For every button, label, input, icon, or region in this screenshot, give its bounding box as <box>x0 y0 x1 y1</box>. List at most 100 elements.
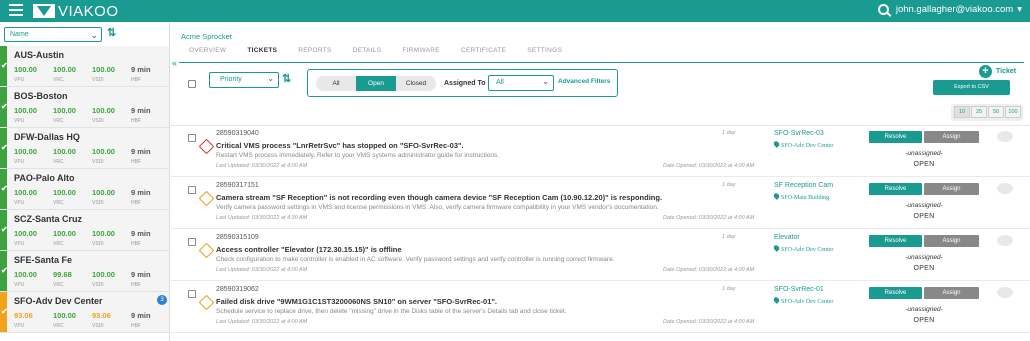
metric-label: VRC <box>53 282 64 288</box>
ticket-checkbox[interactable] <box>188 290 196 298</box>
site-list: ✔ AUS-Austin 100.00 VPU 100.00 VRC 100.00 VSDI 9… <box>0 46 169 333</box>
metric-label: VSDI <box>92 282 104 288</box>
device-link[interactable]: SFO-SvrRec-01 <box>774 286 824 293</box>
segment-closed[interactable]: Closed <box>396 76 436 91</box>
ticket-row[interactable]: 28590319040 Critical VMS process "LnrRetr… <box>171 126 1030 177</box>
site-row[interactable]: ✔ DFW-Dallas HQ 100.00 VPU 100.00 VRC 100.00 VS… <box>0 128 169 169</box>
assigned-to-select[interactable]: All ⌄ <box>488 75 554 91</box>
location-name: SFO-Adv Dev Center <box>781 299 834 305</box>
resolve-button[interactable]: Resolve <box>869 287 922 299</box>
comment-icon[interactable] <box>997 235 1013 246</box>
advanced-filters-link[interactable]: Advanced Filters <box>558 78 610 85</box>
metric-value: 100.00 <box>14 106 37 115</box>
tab-certificate[interactable]: CERTIFICATE <box>461 47 506 58</box>
tab-settings[interactable]: SETTINGS <box>527 47 562 58</box>
sort-order-icon[interactable]: ⇅ <box>107 26 116 39</box>
priority-select[interactable]: Priority ⌄ <box>209 72 279 88</box>
ticket-checkbox[interactable] <box>188 134 196 142</box>
check-icon: ✔ <box>1 307 8 316</box>
ticket-row[interactable]: 28590319062 Failed disk drive "9WM1G1C1ST… <box>171 282 1030 333</box>
location-link[interactable]: SFO-Adv Dev Center <box>772 140 834 149</box>
page-size-25[interactable]: 25 <box>971 106 987 118</box>
user-menu[interactable]: john.gallagher@viakoo.com ▾ <box>877 4 1022 15</box>
ticket-title[interactable]: Access controller "Elevator (172.30.15.1… <box>216 245 402 254</box>
ticket-id[interactable]: 28590319040 <box>216 130 259 137</box>
status-badge: OPEN <box>913 317 935 324</box>
location-name: SFO-Adv Dev Center <box>781 143 834 149</box>
page-size-10[interactable]: 10 <box>954 106 970 118</box>
metric-value: 9 min <box>131 106 151 115</box>
ticket-title[interactable]: Failed disk drive "9WM1G1C1ST3200060NS S… <box>216 297 497 306</box>
export-csv-button[interactable]: Export to CSV <box>933 80 1010 95</box>
device-link[interactable]: SF Reception Cam <box>774 182 833 189</box>
new-ticket-button[interactable]: + Ticket <box>979 65 1016 78</box>
resolve-button[interactable]: Resolve <box>869 235 922 247</box>
location-link[interactable]: SFO-Adv Dev Center <box>772 244 833 253</box>
collapse-sidebar-icon[interactable]: « <box>172 58 177 68</box>
page-title[interactable]: Acme Sprocket <box>181 32 232 41</box>
metric-value: 100.00 <box>53 229 76 238</box>
tab-reports[interactable]: REPORTS <box>298 47 331 58</box>
tab-firmware[interactable]: FIRMWARE <box>402 47 440 58</box>
tab-tickets[interactable]: TICKETS <box>247 47 277 58</box>
device-link[interactable]: SFO-SvrRec-03 <box>774 130 824 137</box>
metric-label: VRC <box>53 159 64 165</box>
ticket-id[interactable]: 28590317151 <box>216 182 259 189</box>
search-icon[interactable] <box>877 4 889 15</box>
site-row[interactable]: ✔ SCZ-Santa Cruz 100.00 VPU 100.00 VRC 100.00 V… <box>0 210 169 251</box>
ticket-row[interactable]: 28590317151 Camera stream "SF Reception" … <box>171 178 1030 229</box>
status-badge: OPEN <box>913 265 935 272</box>
ticket-row[interactable]: 28590315109 Access controller "Elevator (… <box>171 230 1030 281</box>
location-link[interactable]: SFO-Main Building <box>772 192 829 201</box>
tab-overview[interactable]: OVERVIEW <box>189 47 226 58</box>
segment-all[interactable]: All <box>316 76 356 91</box>
menu-icon[interactable] <box>9 4 23 16</box>
site-row[interactable]: ✔ PAO-Palo Alto 100.00 VPU 100.00 VRC 100.00 VS… <box>0 169 169 210</box>
assign-button[interactable]: Assign <box>924 183 979 195</box>
ticket-title[interactable]: Camera stream "SF Reception" is not reco… <box>216 193 662 202</box>
ticket-id[interactable]: 28590315109 <box>216 234 259 241</box>
ticket-checkbox[interactable] <box>188 186 196 194</box>
sort-select[interactable]: Name ⌄ <box>4 27 102 42</box>
resolve-button[interactable]: Resolve <box>869 131 922 143</box>
site-row[interactable]: ✔ BOS-Boston 100.00 VPU 100.00 VRC 100.00 VSDI 9… <box>0 87 169 128</box>
ticket-age: 1 day <box>722 286 736 292</box>
check-icon: ✔ <box>1 102 8 111</box>
chevron-down-icon[interactable]: ▾ <box>1017 4 1022 15</box>
status-badge: OPEN <box>913 161 935 168</box>
metric-value: 93.06 <box>92 311 111 320</box>
device-link[interactable]: Elevator <box>774 234 800 241</box>
site-row[interactable]: ✔ SFO-Adv Dev Center 3 93.06 VPU 100.00 VRC 93.… <box>0 292 169 333</box>
ticket-id[interactable]: 28590319062 <box>216 286 259 293</box>
metric-value: 100.00 <box>53 147 76 156</box>
assign-button[interactable]: Assign <box>924 131 979 143</box>
sort-order-icon[interactable]: ⇅ <box>282 72 291 85</box>
metric-value: 100.00 <box>53 106 76 115</box>
metric-label: VPU <box>14 323 25 329</box>
priority-select-value: Priority <box>220 76 242 83</box>
metric-value: 9 min <box>131 188 151 197</box>
assign-button[interactable]: Assign <box>924 287 979 299</box>
comment-icon[interactable] <box>997 131 1013 142</box>
metric-label: HBF <box>131 323 141 329</box>
site-row[interactable]: ✔ SFE-Santa Fe 100.00 VPU 99.68 VRC 100.00 VSDI… <box>0 251 169 292</box>
metric-label: VPU <box>14 200 25 206</box>
warning-alert-icon <box>198 242 215 259</box>
assign-button[interactable]: Assign <box>924 235 979 247</box>
location-link[interactable]: SFO-Adv Dev Center <box>772 296 834 305</box>
segment-open[interactable]: Open <box>356 76 396 91</box>
select-all-checkbox[interactable] <box>188 80 196 88</box>
comment-icon[interactable] <box>997 287 1013 298</box>
resolve-button[interactable]: Resolve <box>869 183 922 195</box>
comment-icon[interactable] <box>997 183 1013 194</box>
ticket-checkbox[interactable] <box>188 238 196 246</box>
site-name: BOS-Boston <box>14 91 68 101</box>
page-size-50[interactable]: 50 <box>988 106 1004 118</box>
user-email[interactable]: john.gallagher@viakoo.com <box>896 4 1013 15</box>
ticket-title[interactable]: Critical VMS process "LnrRetrSvc" has st… <box>216 141 464 150</box>
site-row[interactable]: ✔ AUS-Austin 100.00 VPU 100.00 VRC 100.00 VSDI 9… <box>0 46 169 87</box>
page-size-100[interactable]: 100 <box>1005 106 1021 118</box>
main-panel: « Acme Sprocket OVERVIEW TICKETS REPORTS… <box>171 22 1030 341</box>
metric-value: 100.00 <box>92 270 115 279</box>
tab-details[interactable]: DETAILS <box>353 47 382 58</box>
